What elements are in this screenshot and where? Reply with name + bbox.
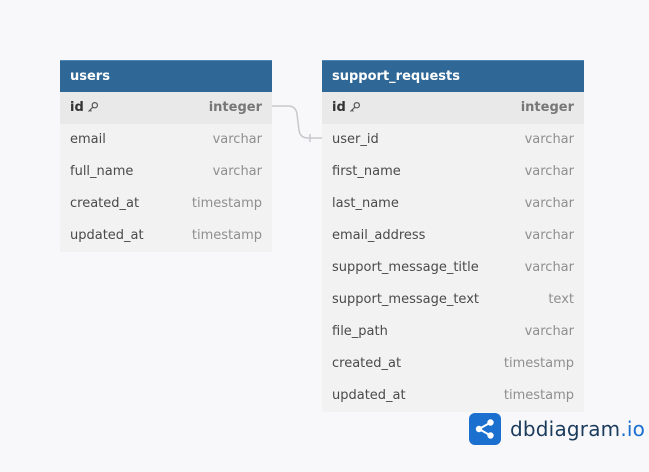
share-icon [469,413,501,445]
column-type: text [548,292,574,307]
column-name: created_at [70,196,140,211]
column-name: support_message_title [332,260,479,275]
column-row-id[interactable]: id integer [322,92,584,124]
column-row-email[interactable]: email varchar [60,124,272,156]
column-name: id [70,92,99,124]
logo-main-text: dbdiagram [510,417,621,441]
column-type: varchar [524,324,574,339]
column-name: email_address [332,228,426,243]
column-row-updated-at[interactable]: updated_at timestamp [322,380,584,412]
column-type: integer [208,100,262,115]
table-header-support-requests[interactable]: support_requests [322,60,584,92]
column-name: updated_at [70,228,144,243]
column-type: varchar [524,132,574,147]
key-icon [349,101,360,112]
column-name: updated_at [332,388,406,403]
diagram-canvas[interactable]: users id integer email varchar full_name… [0,0,649,472]
column-row-user-id[interactable]: user_id varchar [322,124,584,156]
column-row-updated-at[interactable]: updated_at timestamp [60,220,272,252]
column-type: varchar [212,132,262,147]
column-row-first-name[interactable]: first_name varchar [322,156,584,188]
key-icon [87,101,98,112]
column-row-file-path[interactable]: file_path varchar [322,316,584,348]
table-header-users[interactable]: users [60,60,272,92]
column-name: user_id [332,132,379,147]
table-users[interactable]: users id integer email varchar full_name… [60,60,272,252]
column-row-last-name[interactable]: last_name varchar [322,188,584,220]
column-type: varchar [524,196,574,211]
column-type: varchar [524,228,574,243]
column-row-full-name[interactable]: full_name varchar [60,156,272,188]
column-name: last_name [332,196,399,211]
column-type: varchar [524,260,574,275]
column-name: file_path [332,324,388,339]
dbdiagram-logo[interactable]: dbdiagram.io [469,413,645,445]
column-type: timestamp [503,388,574,403]
column-type: varchar [524,164,574,179]
column-row-created-at[interactable]: created_at timestamp [60,188,272,220]
logo-suffix-text: .io [620,417,646,441]
column-type: varchar [212,164,262,179]
column-type: timestamp [191,196,262,211]
column-name: email [70,132,106,147]
column-type: integer [520,100,574,115]
relationship-line [272,105,322,139]
column-row-id[interactable]: id integer [60,92,272,124]
column-row-support-message-title[interactable]: support_message_title varchar [322,252,584,284]
column-name: created_at [332,356,402,371]
column-row-email-address[interactable]: email_address varchar [322,220,584,252]
logo-text: dbdiagram.io [510,417,645,441]
column-row-support-message-text[interactable]: support_message_text text [322,284,584,316]
column-row-created-at[interactable]: created_at timestamp [322,348,584,380]
column-type: timestamp [503,356,574,371]
table-support-requests[interactable]: support_requests id integer user_id varc… [322,60,584,412]
column-name: full_name [70,164,134,179]
column-type: timestamp [191,228,262,243]
column-name: first_name [332,164,401,179]
column-name: support_message_text [332,292,479,307]
column-name: id [332,92,361,124]
